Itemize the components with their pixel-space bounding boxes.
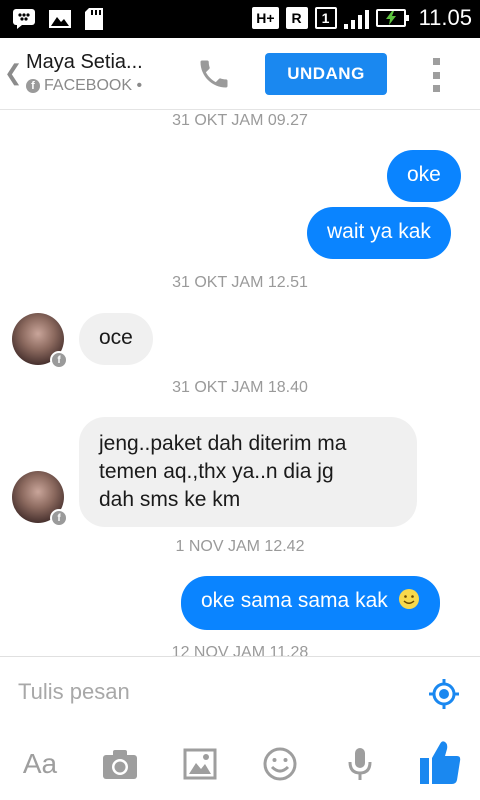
conversation-header: ❮ Maya Setia... f FACEBOOK • UNDANG <box>0 38 480 110</box>
text-style-button[interactable]: Aa <box>20 744 60 784</box>
message-line: jeng..paket dah diterim ma <box>99 432 347 455</box>
phone-call-icon[interactable] <box>196 56 232 92</box>
invite-button[interactable]: UNDANG <box>265 53 387 95</box>
overflow-menu-icon[interactable] <box>433 58 441 92</box>
status-time: 11.05 <box>418 5 472 30</box>
status-bar: H+ R 1 11.05 <box>0 0 480 38</box>
contact-avatar[interactable]: f <box>12 313 68 369</box>
gallery-icon[interactable] <box>180 744 220 784</box>
contact-avatar[interactable]: f <box>12 471 68 527</box>
facebook-badge-icon: f <box>50 351 68 369</box>
sd-card-icon <box>85 8 103 30</box>
signal-strength-icon <box>343 7 369 29</box>
facebook-icon: f <box>26 79 40 93</box>
timestamp: 12 NOV JAM 11.28 <box>171 644 309 656</box>
message-line: dah sms ke km <box>99 488 241 511</box>
back-chevron-icon[interactable]: ❮ <box>4 60 22 86</box>
network-type-indicator: H+ <box>252 7 279 29</box>
message-list[interactable]: 31 OKT JAM 09.27 oke wait ya kak 31 OKT … <box>0 110 480 656</box>
like-icon[interactable] <box>418 738 462 786</box>
smiley-icon <box>398 589 419 609</box>
bbm-icon <box>13 9 35 29</box>
outgoing-message[interactable]: wait ya kak <box>307 207 451 259</box>
outgoing-message[interactable]: oke <box>387 150 461 202</box>
emoji-icon[interactable] <box>260 744 300 784</box>
message-line: temen aq.,thx ya..n dia jg <box>99 460 334 483</box>
sim-indicator: 1 <box>314 7 337 29</box>
outgoing-message[interactable]: oke sama sama kak <box>181 576 440 630</box>
contact-source-label: FACEBOOK • <box>44 77 143 94</box>
location-icon[interactable] <box>428 678 460 710</box>
composer-toolbar: Aa <box>0 728 480 800</box>
image-notification-icon <box>49 10 71 28</box>
timestamp: 31 OKT JAM 18.40 <box>172 379 308 396</box>
timestamp: 1 NOV JAM 12.42 <box>175 538 305 555</box>
camera-icon[interactable] <box>100 744 140 784</box>
incoming-message[interactable]: jeng..paket dah diterim ma temen aq.,thx… <box>79 417 417 527</box>
message-input[interactable]: Tulis pesan <box>18 679 130 705</box>
facebook-badge-icon: f <box>50 509 68 527</box>
composer: Tulis pesan <box>0 656 480 728</box>
roaming-indicator: R <box>285 7 308 29</box>
contact-name[interactable]: Maya Setia... <box>26 51 143 74</box>
timestamp: 31 OKT JAM 12.51 <box>172 274 308 291</box>
microphone-icon[interactable] <box>340 744 380 784</box>
contact-source: f FACEBOOK • <box>26 77 142 95</box>
battery-icon <box>375 9 409 27</box>
timestamp: 31 OKT JAM 09.27 <box>172 112 308 129</box>
incoming-message[interactable]: oce <box>79 313 153 365</box>
message-text: oke sama sama kak <box>201 589 388 612</box>
